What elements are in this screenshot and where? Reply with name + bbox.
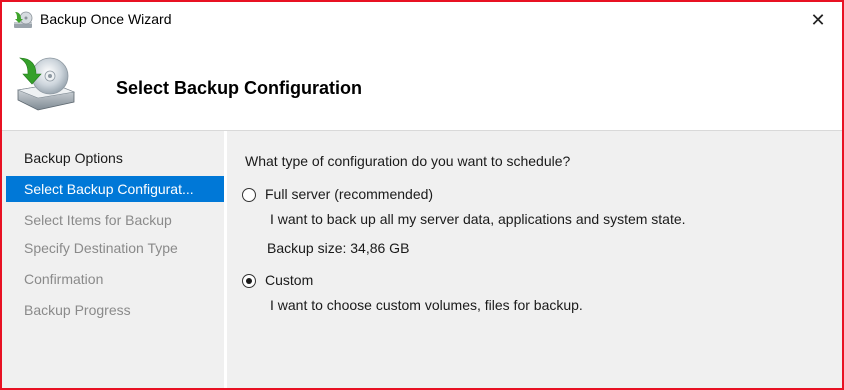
- full-server-label[interactable]: Full server (recommended): [265, 186, 433, 202]
- custom-radio[interactable]: [242, 274, 256, 288]
- backup-size-text: Backup size: 34,86 GB: [267, 240, 410, 256]
- nav-step-backup-progress[interactable]: Backup Progress: [6, 297, 224, 323]
- nav-step-select-backup-configuration[interactable]: Select Backup Configurat...: [6, 176, 224, 202]
- nav-step-backup-options[interactable]: Backup Options: [6, 145, 224, 171]
- full-server-description: I want to back up all my server data, ap…: [270, 211, 686, 227]
- custom-description: I want to choose custom volumes, files f…: [270, 297, 583, 313]
- wizard-steps-nav: Backup Options Select Backup Configurat.…: [6, 131, 224, 388]
- window-title: Backup Once Wizard: [40, 11, 172, 27]
- wizard-header: Select Backup Configuration: [2, 38, 842, 130]
- configuration-question: What type of configuration do you want t…: [245, 153, 571, 169]
- nav-step-confirmation[interactable]: Confirmation: [6, 266, 224, 292]
- configuration-panel: What type of configuration do you want t…: [227, 131, 842, 388]
- backup-app-icon: [14, 11, 33, 28]
- close-icon: ✕: [810, 9, 826, 30]
- nav-step-specify-destination[interactable]: Specify Destination Type: [6, 235, 224, 261]
- wizard-window: Backup Once Wizard ✕ Select Backup Confi…: [0, 0, 844, 390]
- backup-drive-icon: [16, 57, 76, 111]
- title-bar: Backup Once Wizard ✕: [2, 2, 842, 38]
- close-button[interactable]: ✕: [798, 4, 838, 36]
- full-server-radio[interactable]: [242, 188, 256, 202]
- wizard-body: Backup Options Select Backup Configurat.…: [2, 130, 842, 388]
- page-title: Select Backup Configuration: [116, 78, 363, 98]
- custom-label[interactable]: Custom: [265, 272, 313, 288]
- nav-step-select-items[interactable]: Select Items for Backup: [6, 207, 224, 233]
